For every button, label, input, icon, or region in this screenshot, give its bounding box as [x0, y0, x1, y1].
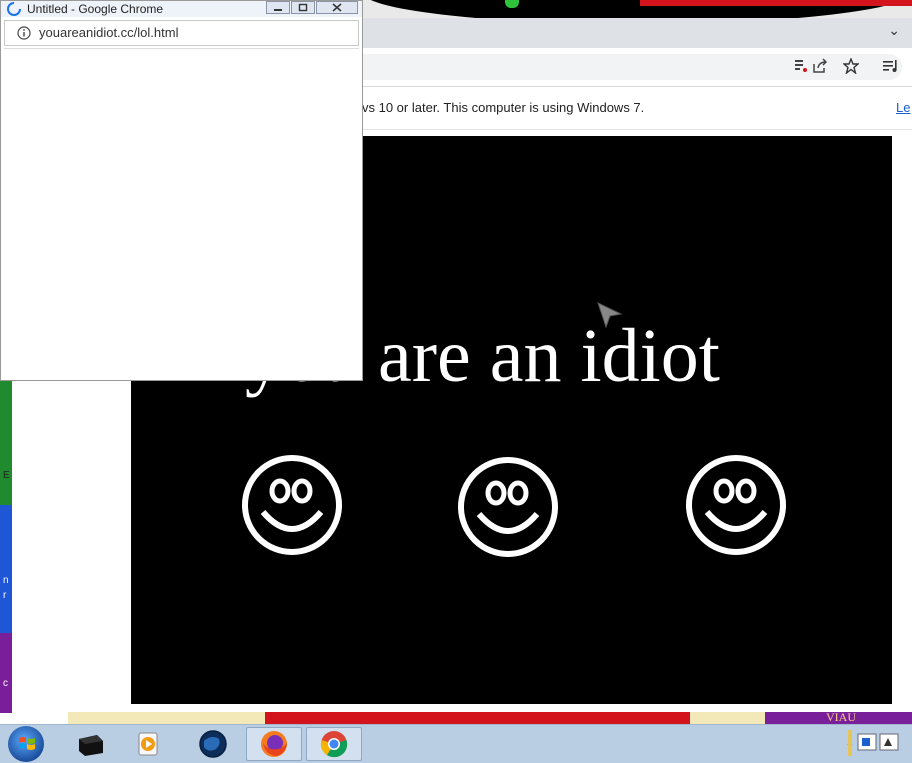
- smiley-face-icon: [242, 455, 342, 555]
- windows-orb-icon: [19, 737, 35, 750]
- desktop-text: E: [3, 470, 10, 481]
- smiley-face-icon: [458, 457, 558, 557]
- minimize-icon: [274, 8, 282, 11]
- taskbar-firefox[interactable]: [246, 727, 302, 761]
- restore-icon: [298, 3, 308, 12]
- taskbar-app-black[interactable]: [62, 727, 118, 761]
- desktop-text: n: [3, 575, 9, 586]
- desktop-strip-green: [0, 380, 12, 505]
- popup-address-bar[interactable]: youareanidiot.cc/lol.html: [4, 20, 359, 46]
- black-box-icon: [79, 735, 103, 756]
- loading-spinner-icon: [7, 2, 21, 16]
- smiley-face-icon: [686, 455, 786, 555]
- main-window-red-band: [640, 0, 912, 6]
- taskbar-media-player[interactable]: [120, 727, 176, 761]
- close-button[interactable]: [316, 1, 358, 14]
- popup-title: Untitled - Google Chrome: [27, 2, 164, 16]
- desktop-strip-blue: [0, 505, 12, 633]
- firefox-icon: [261, 731, 287, 757]
- popup-window[interactable]: Untitled - Google Chrome youareanidiot.c…: [0, 0, 363, 381]
- maximize-button[interactable]: [291, 1, 315, 14]
- tab-strip[interactable]: [362, 18, 912, 48]
- system-tray[interactable]: [848, 730, 908, 756]
- infobar-message: vs 10 or later. This computer is using W…: [362, 100, 645, 115]
- reading-list-icon[interactable]: [794, 58, 808, 79]
- desktop-bottom-text: VIAU: [826, 710, 856, 724]
- desktop-text: c: [3, 678, 8, 689]
- popup-content-area: [4, 48, 359, 379]
- taskbar-globe[interactable]: [185, 727, 241, 761]
- minimize-button[interactable]: [266, 1, 290, 14]
- tab-search-chevron-icon[interactable]: ⌄: [888, 22, 900, 39]
- infobar-learn-more-link[interactable]: Le: [896, 100, 910, 115]
- desktop-text: r: [3, 590, 7, 601]
- mouse-cursor-icon: [597, 302, 623, 328]
- desktop-bottom-red: [265, 712, 690, 724]
- media-control-icon[interactable]: [882, 58, 900, 79]
- popup-url: youareanidiot.cc/lol.html: [39, 25, 179, 40]
- media-player-icon: [138, 732, 158, 756]
- popup-titlebar[interactable]: Untitled - Google Chrome: [1, 1, 362, 17]
- chrome-icon: [320, 731, 348, 758]
- taskbar-chrome[interactable]: [306, 727, 362, 761]
- close-icon: [332, 3, 342, 12]
- bookmark-star-icon[interactable]: [842, 57, 860, 79]
- desktop-strip-purple: [0, 633, 12, 713]
- share-icon[interactable]: [812, 58, 828, 79]
- globe-icon: [199, 730, 227, 758]
- site-info-icon[interactable]: [17, 26, 31, 40]
